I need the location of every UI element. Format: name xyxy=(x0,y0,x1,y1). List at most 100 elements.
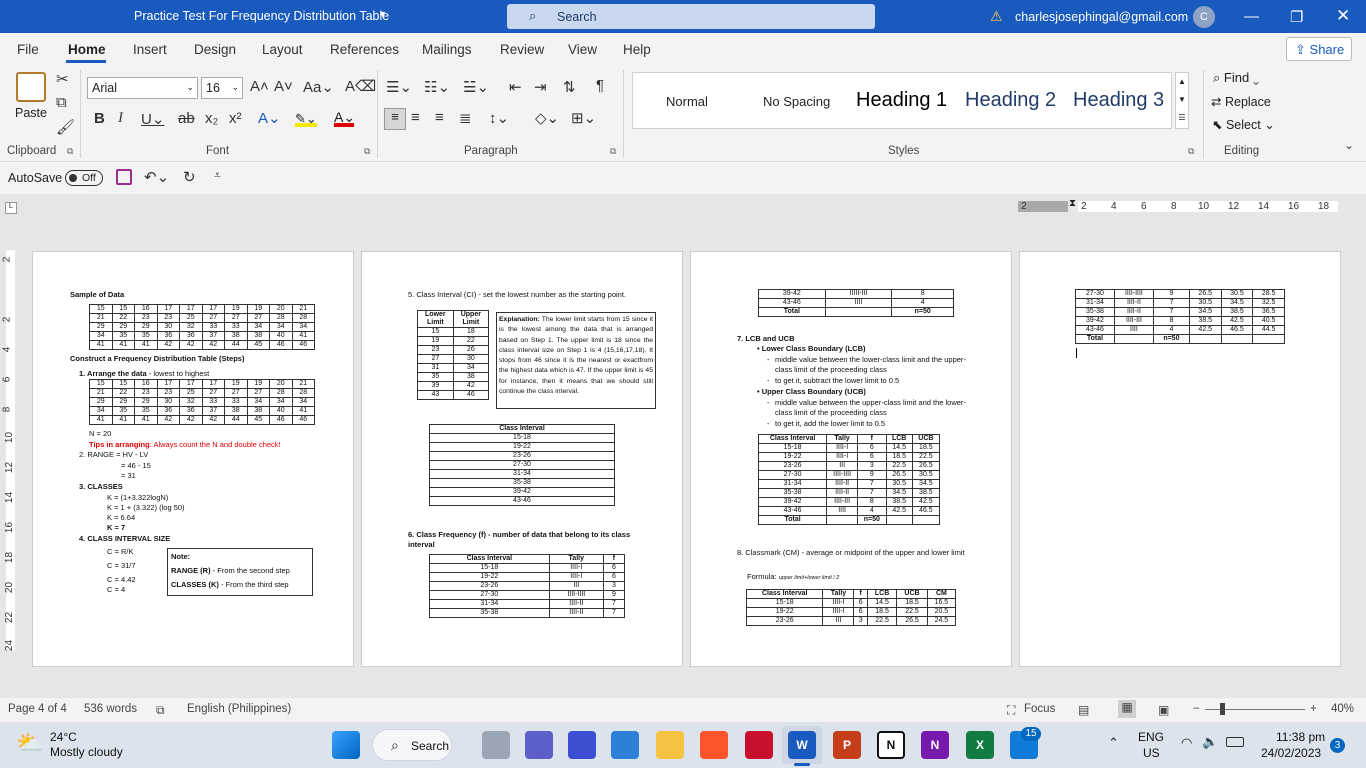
multilevel-list-icon[interactable]: ☱⌄ xyxy=(463,78,489,96)
clear-formatting-icon[interactable]: A⌫ xyxy=(345,77,376,95)
search-box[interactable]: ⌕ Search xyxy=(507,4,875,29)
mcafee-icon[interactable] xyxy=(745,731,773,759)
save-icon[interactable] xyxy=(116,169,132,185)
restore-icon[interactable]: ❐ xyxy=(1290,8,1303,26)
italic-icon[interactable]: I xyxy=(118,110,123,127)
show-marks-icon[interactable]: ¶ xyxy=(596,77,604,94)
menu-file[interactable]: File xyxy=(17,42,39,57)
menu-design[interactable]: Design xyxy=(194,42,236,57)
font-launcher-icon[interactable]: ⧉ xyxy=(364,146,370,157)
bullets-icon[interactable]: ☰⌄ xyxy=(386,78,412,96)
taskbar-search[interactable]: ⌕ Search xyxy=(372,729,452,761)
paragraph-launcher-icon[interactable]: ⧉ xyxy=(610,146,616,157)
line-spacing-icon[interactable]: ↕⌄ xyxy=(489,109,509,127)
avatar[interactable]: C xyxy=(1193,6,1215,28)
align-right-icon[interactable]: ≡ xyxy=(435,109,444,126)
chevron-up-icon[interactable]: ▲ xyxy=(1176,73,1188,91)
warning-icon[interactable]: ⚠ xyxy=(990,8,1003,25)
brave-icon[interactable] xyxy=(700,731,728,759)
replace-button[interactable]: ⇄ Replace xyxy=(1211,94,1271,109)
start-icon[interactable] xyxy=(332,731,360,759)
zoom-thumb[interactable] xyxy=(1220,703,1225,715)
collapse-ribbon-icon[interactable]: ⌄ xyxy=(1344,138,1354,152)
word-icon[interactable]: W xyxy=(788,731,816,759)
page-3[interactable]: 39-42 IIIII-III 8 43-46 IIII 4 Total n=50 7. LC… xyxy=(690,251,1012,667)
clipboard-launcher-icon[interactable]: ⧉ xyxy=(67,146,73,157)
read-mode-icon[interactable]: ▤ xyxy=(1078,703,1089,717)
page-4[interactable]: 27-30 IIII-IIII 9 26.5 30.5 28.5 31-34 IIII-II 7… xyxy=(1019,251,1341,667)
more-styles-icon[interactable]: ☰ xyxy=(1176,109,1188,127)
increase-indent-icon[interactable]: ⇥ xyxy=(534,78,547,96)
page-1[interactable]: Sample of Data 15 15 16 17 17 17 19 19 20 21 21 22 2… xyxy=(32,251,354,667)
share-button[interactable]: ⇪ Share xyxy=(1286,37,1352,61)
change-case-icon[interactable]: Aa⌄ xyxy=(303,78,334,96)
strikethrough-icon[interactable]: ab xyxy=(178,110,195,127)
cut-icon[interactable]: ✂ xyxy=(56,70,69,88)
excel-icon[interactable]: X xyxy=(966,731,994,759)
menu-help[interactable]: Help xyxy=(623,42,651,57)
zoom-in-icon[interactable]: + xyxy=(1310,703,1317,715)
menu-references[interactable]: References xyxy=(330,42,399,57)
whiteboard-icon[interactable] xyxy=(568,731,596,759)
language[interactable]: English (Philippines) xyxy=(187,703,291,715)
menu-view[interactable]: View xyxy=(568,42,597,57)
close-icon[interactable]: ✕ xyxy=(1336,6,1350,26)
bold-icon[interactable]: B xyxy=(94,110,105,127)
language-code[interactable]: ENG xyxy=(1138,730,1164,744)
format-painter-icon[interactable]: 🖌 xyxy=(56,118,75,136)
numbering-icon[interactable]: ☷⌄ xyxy=(424,78,450,96)
zoom-out-icon[interactable]: − xyxy=(1193,703,1200,715)
style-heading-2[interactable]: Heading 2 xyxy=(965,89,1056,112)
chevron-down-icon[interactable]: ▼ xyxy=(1176,91,1188,109)
print-layout-icon[interactable]: ▦ xyxy=(1118,700,1136,718)
menu-insert[interactable]: Insert xyxy=(133,42,167,57)
tab-selector-icon[interactable]: L xyxy=(5,202,17,214)
volume-icon[interactable]: 🔈 xyxy=(1202,734,1218,750)
focus-icon[interactable]: ⛶ xyxy=(1007,703,1015,718)
weather-temp[interactable]: 24°C xyxy=(50,730,77,744)
menu-mailings[interactable]: Mailings xyxy=(422,42,472,57)
styles-launcher-icon[interactable]: ⧉ xyxy=(1188,146,1194,157)
paste-icon[interactable] xyxy=(16,72,46,102)
justify-icon[interactable]: ≣ xyxy=(459,109,472,127)
undo-icon[interactable]: ↶⌄ xyxy=(144,168,169,186)
style-no-spacing[interactable]: No Spacing xyxy=(763,94,830,109)
font-size-box[interactable]: 16 ⌄ xyxy=(201,77,243,99)
teams-icon[interactable] xyxy=(525,731,553,759)
menu-home[interactable]: Home xyxy=(68,42,106,57)
shrink-font-icon[interactable]: A˅ xyxy=(274,78,293,95)
highlight-icon[interactable]: ✎⌄ xyxy=(295,111,317,127)
style-heading-1[interactable]: Heading 1 xyxy=(856,89,947,112)
autosave-toggle[interactable]: Off xyxy=(65,170,103,186)
subscript-icon[interactable]: x₂ xyxy=(205,110,218,127)
menu-review[interactable]: Review xyxy=(500,42,544,57)
notion-icon[interactable]: N xyxy=(877,731,905,759)
font-name-box[interactable]: Arial ⌄ xyxy=(87,77,198,99)
grow-font-icon[interactable]: A˄ xyxy=(250,78,269,95)
wifi-icon[interactable]: ◠ xyxy=(1181,735,1192,751)
menu-layout[interactable]: Layout xyxy=(262,42,303,57)
style-normal[interactable]: Normal xyxy=(666,94,708,109)
task-view-icon[interactable] xyxy=(482,731,510,759)
page-count[interactable]: Page 4 of 4 xyxy=(8,703,67,715)
customize-qat-icon[interactable]: ⩡ xyxy=(214,168,221,183)
title-chevron-icon[interactable]: ▼ xyxy=(378,9,387,19)
align-center-icon[interactable]: ≡ xyxy=(411,109,420,126)
align-left-icon[interactable]: ≡ xyxy=(384,108,406,130)
text-effects-icon[interactable]: A⌄ xyxy=(258,109,281,127)
borders-icon[interactable]: ⊞⌄ xyxy=(571,109,596,127)
notification-count[interactable]: 3 xyxy=(1330,738,1345,753)
language-region[interactable]: US xyxy=(1143,746,1160,760)
chevron-up-icon[interactable]: ⌃ xyxy=(1108,735,1119,751)
account-email[interactable]: charlesjosephingal@gmail.com xyxy=(1015,10,1188,24)
font-color-icon[interactable]: A⌄ xyxy=(334,109,355,127)
clock-date[interactable]: 24/02/2023 xyxy=(1261,746,1321,760)
battery-icon[interactable] xyxy=(1226,737,1244,747)
styles-scroll[interactable]: ▲ ▼ ☰ xyxy=(1175,72,1189,129)
select-button[interactable]: ⬉ Select ⌄ xyxy=(1212,117,1275,132)
find-button[interactable]: ⌕ Find ⌄ xyxy=(1213,70,1259,86)
underline-icon[interactable]: U⌄ xyxy=(141,110,164,128)
powerpoint-icon[interactable]: P xyxy=(833,731,861,759)
redo-icon[interactable]: ↻ xyxy=(183,168,196,186)
focus-label[interactable]: Focus xyxy=(1024,703,1055,715)
